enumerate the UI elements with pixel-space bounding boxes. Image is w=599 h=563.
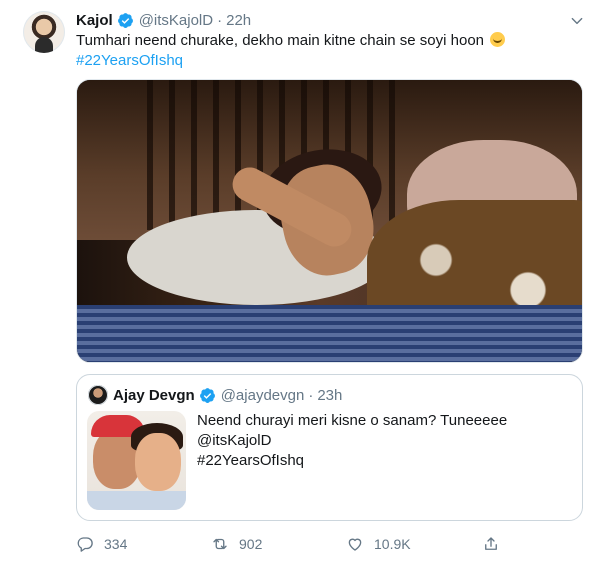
header-separator: · — [217, 11, 223, 29]
tweet-timestamp[interactable]: 22h — [226, 12, 251, 29]
chevron-down-icon — [571, 17, 583, 25]
quoted-author-avatar[interactable] — [88, 385, 108, 405]
share-button[interactable] — [482, 533, 510, 555]
photo-sheet — [77, 305, 582, 362]
author-avatar[interactable] — [23, 11, 65, 53]
thumb-person-right — [135, 433, 181, 491]
verified-badge-icon — [117, 12, 133, 28]
quoted-tweet-header: Ajay Devgn @ajaydevgn · 23h — [113, 385, 342, 405]
author-handle[interactable]: @itsKajolD — [139, 12, 213, 29]
quoted-tweet-text: Neend churayi meri kisne o sanam? Tuneee… — [197, 411, 567, 471]
retweet-count: 902 — [239, 536, 263, 552]
quoted-mention[interactable]: @itsKajolD — [197, 431, 567, 451]
retweet-button[interactable]: 902 — [211, 533, 262, 555]
hashtag-link[interactable]: #22YearsOfIshq — [76, 52, 183, 69]
reply-icon — [77, 537, 93, 552]
face-with-tears-of-joy-icon — [490, 32, 506, 47]
verified-badge-icon — [199, 387, 215, 403]
heart-icon — [348, 538, 362, 551]
like-button[interactable]: 10.9K — [346, 533, 411, 555]
reply-count: 334 — [104, 536, 128, 552]
avatar-figure — [35, 37, 53, 53]
reply-button[interactable]: 334 — [76, 533, 127, 555]
quoted-tweet-thumbnail[interactable] — [87, 411, 186, 510]
retweet-icon — [213, 538, 227, 550]
tweet-text-line: Tumhari neend churake, dekho main kitne … — [76, 32, 485, 49]
author-name[interactable]: Kajol — [76, 12, 113, 29]
quoted-tweet[interactable]: Ajay Devgn @ajaydevgn · 23h Neend churay… — [76, 374, 583, 521]
more-options-button[interactable] — [566, 10, 588, 32]
quoted-author-name[interactable]: Ajay Devgn — [113, 387, 195, 404]
tweet[interactable]: Kajol @itsKajolD · 22h Tumhari neend chu… — [0, 0, 599, 563]
quoted-author-handle[interactable]: @ajaydevgn — [221, 387, 305, 404]
quoted-tweet-timestamp[interactable]: 23h — [317, 387, 342, 404]
thumb-clothing — [87, 491, 186, 510]
tweet-header: Kajol @itsKajolD · 22h — [76, 10, 251, 30]
tweet-photo[interactable] — [76, 79, 583, 363]
quoted-hashtag[interactable]: #22YearsOfIshq — [197, 451, 567, 471]
tweet-text: Tumhari neend churake, dekho main kitne … — [76, 31, 576, 71]
share-icon — [485, 537, 497, 550]
quoted-header-separator: · — [308, 386, 314, 404]
like-count: 10.9K — [374, 536, 411, 552]
quoted-text-line: Neend churayi meri kisne o sanam? Tuneee… — [197, 412, 508, 429]
